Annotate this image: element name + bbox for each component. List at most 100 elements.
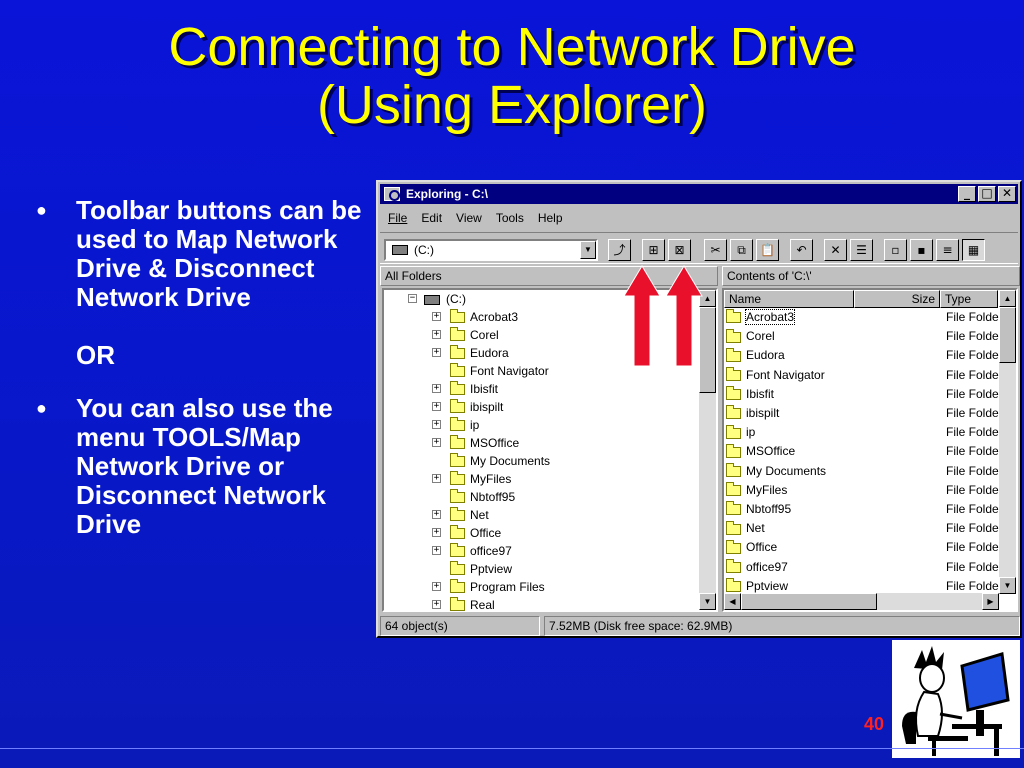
list-item[interactable]: Net File Folder [724, 519, 1004, 538]
menu-view[interactable]: View [456, 208, 482, 228]
contents-vscrollbar[interactable]: ▲ ▼ [999, 290, 1016, 594]
address-combo[interactable]: (C:) ▼ [384, 239, 598, 261]
folder-icon [726, 328, 741, 343]
tree-item[interactable]: Pptview [432, 560, 512, 578]
list-item[interactable]: MSOffice File Folder [724, 442, 1004, 461]
minimize-button[interactable]: _ [958, 186, 976, 202]
menu-help[interactable]: Help [538, 208, 563, 228]
list-item[interactable]: MyFiles File Folder [724, 481, 1004, 500]
name-column-header[interactable]: Name [724, 290, 854, 308]
tree-item[interactable]: + ip [432, 416, 479, 434]
file-name: office97 [746, 559, 788, 574]
scroll-right-button[interactable]: ▶ [982, 593, 999, 610]
menu-tools[interactable]: Tools [496, 208, 524, 228]
tree-item[interactable]: My Documents [432, 452, 550, 470]
expand-icon[interactable]: + [432, 312, 441, 321]
tree-item[interactable]: + Corel [432, 326, 499, 344]
list-item[interactable]: Nbtoff95 File Folder [724, 500, 1004, 519]
copy-button[interactable]: ⧉ [730, 239, 753, 261]
tree-item[interactable]: + ibispilt [432, 398, 503, 416]
expand-icon[interactable]: + [432, 402, 441, 411]
cut-button[interactable]: ✂ [704, 239, 727, 261]
expand-icon[interactable]: + [432, 330, 441, 339]
disconnect-network-drive-button[interactable]: ⊠ [668, 239, 691, 261]
tree-item[interactable]: + Acrobat3 [432, 308, 518, 326]
paste-button[interactable]: 📋 [756, 239, 779, 261]
list-item[interactable]: ip File Folder [724, 423, 1004, 442]
expand-icon[interactable]: + [432, 546, 441, 555]
details-view-button[interactable]: ▦ [962, 239, 985, 261]
large-icons-button[interactable]: ▫ [884, 239, 907, 261]
scroll-up-button[interactable]: ▲ [999, 290, 1016, 307]
map-network-drive-button[interactable]: ⊞ [642, 239, 665, 261]
expand-icon[interactable]: + [432, 510, 441, 519]
contents-hscrollbar[interactable]: ◀ ▶ [724, 593, 999, 610]
list-item[interactable]: My Documents File Folder [724, 462, 1004, 481]
expand-icon[interactable]: + [432, 582, 441, 591]
expand-icon[interactable]: + [432, 528, 441, 537]
expand-icon[interactable]: + [432, 474, 441, 483]
type-column-header[interactable]: Type [940, 290, 998, 308]
tree-item[interactable]: + office97 [432, 542, 512, 560]
tree-item[interactable]: + Ibisfit [432, 380, 498, 398]
tree-item[interactable]: + Real [432, 596, 495, 614]
list-item[interactable]: Ibisfit File Folder [724, 385, 1004, 404]
toolbar: (C:) ▼ ⤴ ⊞ ⊠ ✂ ⧉ 📋 ↶ ✕ ☰ ▫ ▪ ≡ ▦ [380, 232, 1018, 264]
tree-label: (C:) [446, 292, 466, 306]
tree-root-drive[interactable]: − (C:) [408, 290, 466, 308]
contents-pane[interactable]: Name Size Type Acrobat3 File Folder Corel F… [722, 288, 1018, 612]
page-number: 40 [864, 714, 885, 734]
tree-item[interactable]: + MyFiles [432, 470, 511, 488]
file-type: File Folder [946, 521, 1003, 536]
menu-file[interactable]: File [388, 208, 407, 228]
small-icons-button[interactable]: ▪ [910, 239, 933, 261]
list-item[interactable]: office97 File Folder [724, 558, 1004, 577]
close-button[interactable]: ✕ [998, 186, 1016, 202]
bullet-dot-icon: ● [36, 398, 47, 418]
list-item[interactable]: Acrobat3 File Folder [724, 308, 1004, 327]
list-item[interactable]: Font Navigator File Folder [724, 366, 1004, 385]
list-item[interactable]: Eudora File Folder [724, 346, 1004, 365]
folder-icon [450, 345, 465, 360]
tree-item[interactable]: + Net [432, 506, 489, 524]
tree-item[interactable]: + Office [432, 524, 501, 542]
collapse-icon[interactable]: − [408, 294, 417, 303]
tree-item[interactable]: Nbtoff95 [432, 488, 515, 506]
list-view-button[interactable]: ≡ [936, 239, 959, 261]
maximize-button[interactable]: □ [978, 186, 996, 202]
scroll-left-button[interactable]: ◀ [724, 593, 741, 610]
folder-icon [726, 386, 741, 401]
scroll-down-button[interactable]: ▼ [999, 577, 1016, 594]
expand-icon[interactable]: + [432, 384, 441, 393]
properties-button[interactable]: ☰ [850, 239, 873, 261]
scroll-thumb[interactable] [999, 307, 1016, 363]
tree-item[interactable]: Font Navigator [432, 362, 549, 380]
list-item[interactable]: Office File Folder [724, 538, 1004, 557]
file-name: MyFiles [746, 482, 788, 497]
chevron-down-icon[interactable]: ▼ [580, 241, 596, 259]
hscroll-thumb[interactable] [741, 593, 877, 610]
window-titlebar[interactable]: Exploring - C:\ _ □ ✕ [380, 184, 1018, 204]
up-folder-button[interactable]: ⤴ [608, 239, 631, 261]
list-item[interactable]: Corel File Folder [724, 327, 1004, 346]
tree-item[interactable]: + Eudora [432, 344, 509, 362]
scroll-down-button[interactable]: ▼ [699, 593, 716, 610]
folder-icon [450, 543, 465, 558]
tree-item[interactable]: + Program Files [432, 578, 545, 596]
title-line-2: (Using Explorer) [316, 75, 708, 135]
file-type: File Folder [946, 540, 1003, 555]
expand-icon[interactable]: + [432, 600, 441, 609]
address-value: (C:) [414, 243, 434, 257]
expand-icon[interactable]: + [432, 438, 441, 447]
folder-icon [726, 539, 741, 554]
tree-item[interactable]: + MSOffice [432, 434, 519, 452]
expand-icon[interactable]: + [432, 348, 441, 357]
undo-button[interactable]: ↶ [790, 239, 813, 261]
expand-icon[interactable]: + [432, 420, 441, 429]
size-column-header[interactable]: Size [854, 290, 940, 308]
menu-edit[interactable]: Edit [421, 208, 442, 228]
status-bar: 64 object(s) 7.52MB (Disk free space: 62… [380, 616, 1020, 636]
list-item[interactable]: ibispilt File Folder [724, 404, 1004, 423]
delete-button[interactable]: ✕ [824, 239, 847, 261]
file-type: File Folder [946, 406, 1003, 420]
